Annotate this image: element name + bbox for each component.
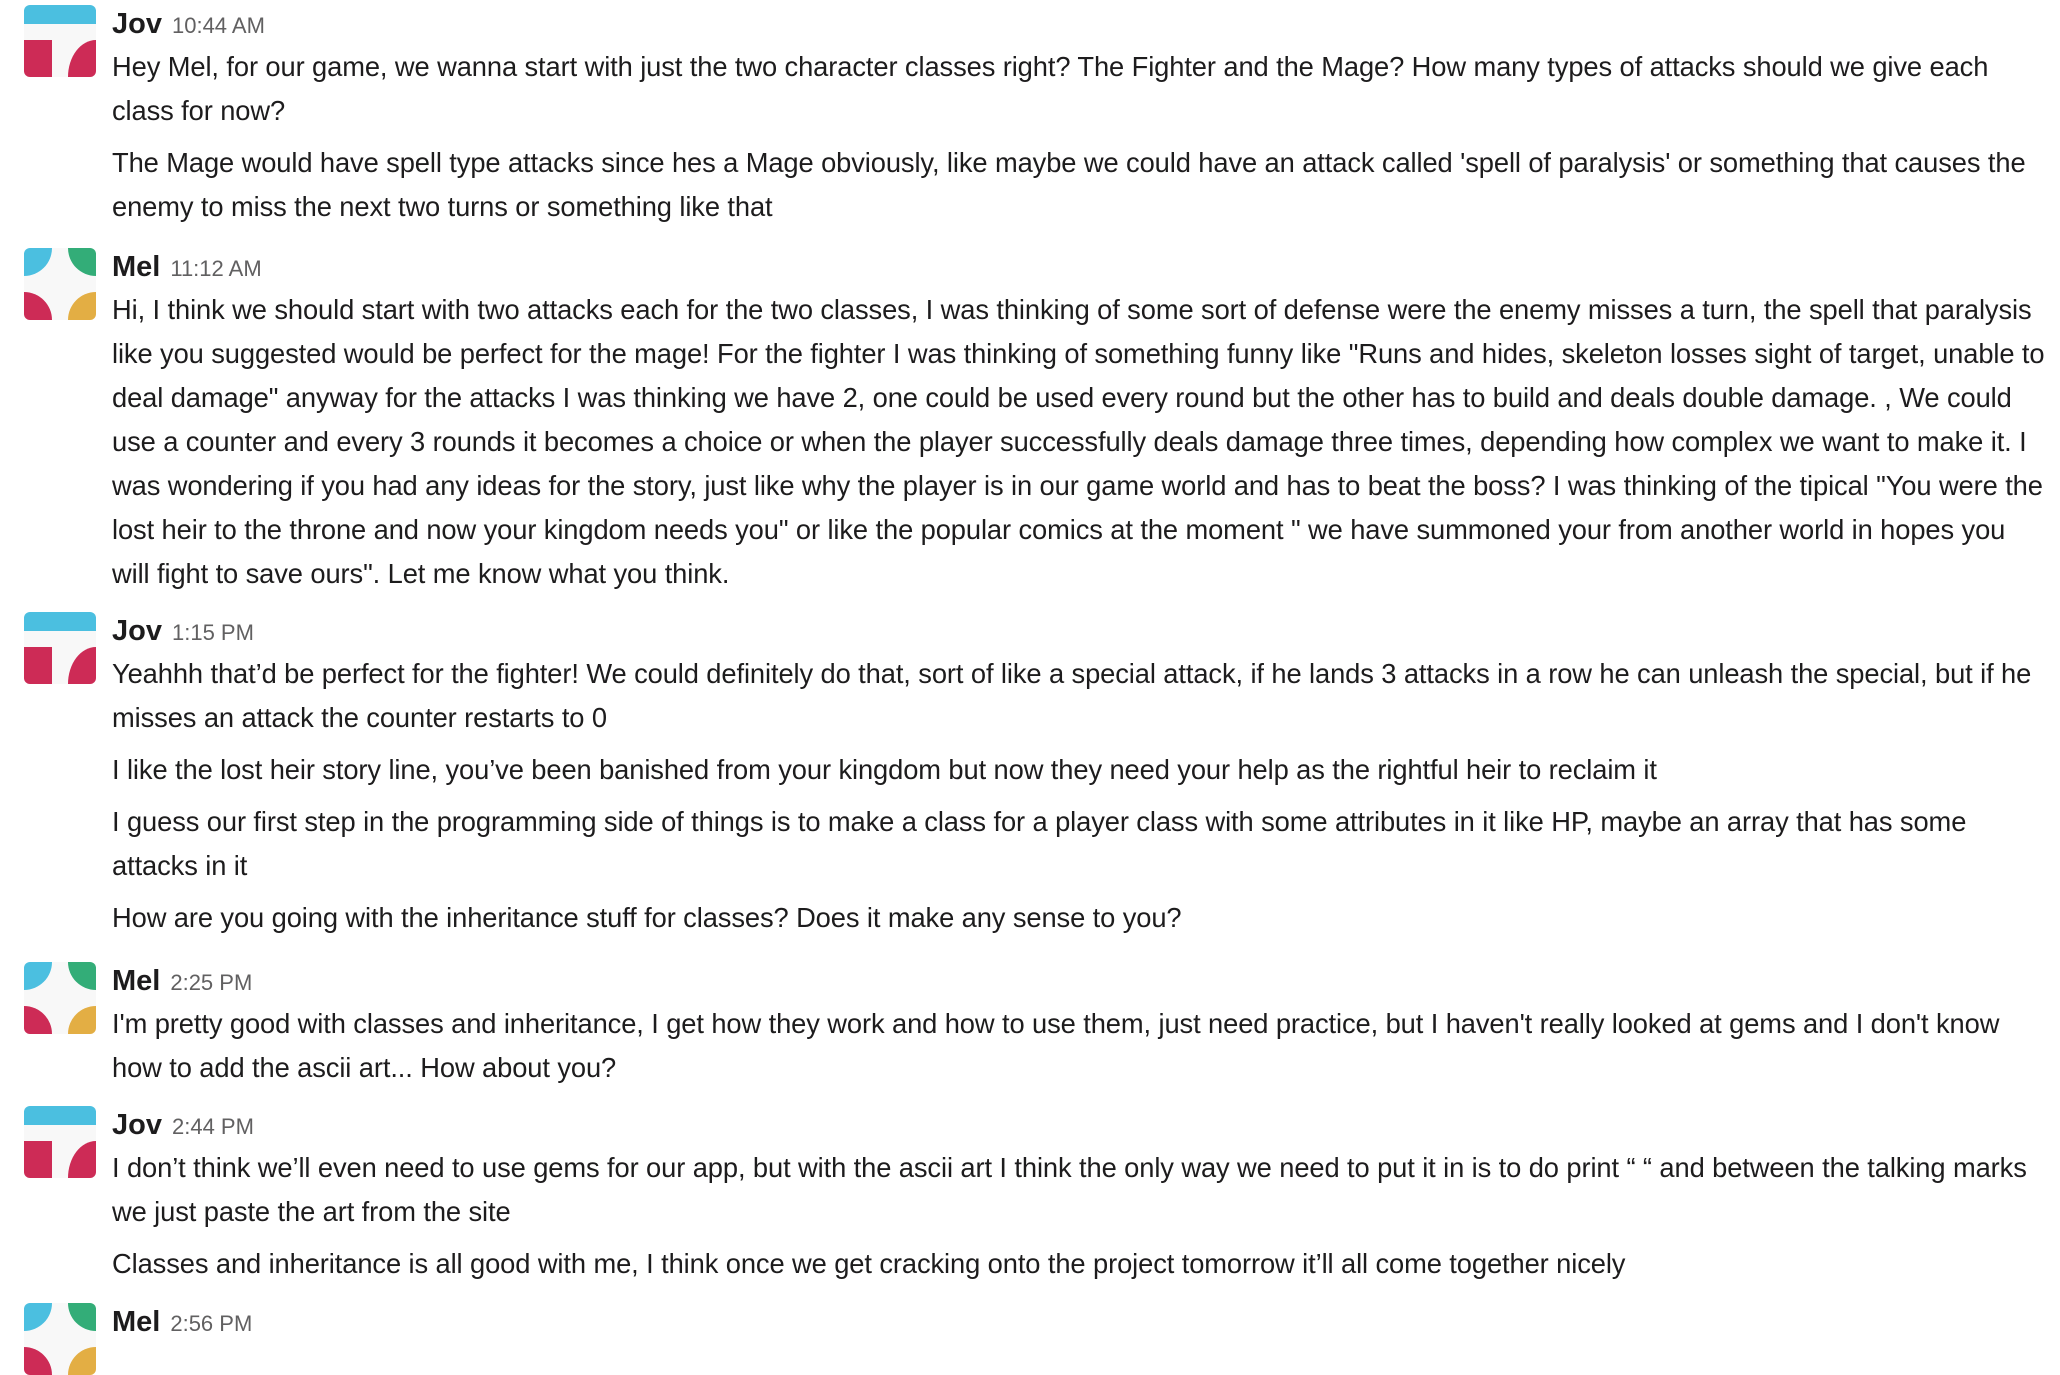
avatar-shape (68, 1347, 96, 1375)
author-name[interactable]: Jov (112, 615, 162, 647)
avatar-shape (68, 40, 96, 77)
avatar-shape (68, 647, 96, 684)
avatar-shape (24, 292, 52, 320)
avatar-shape (24, 647, 52, 684)
jov-avatar[interactable] (24, 612, 96, 684)
message-text: Classes and inheritance is all good with… (112, 1248, 1626, 1279)
timestamp[interactable]: 2:56 PM (170, 1311, 252, 1336)
message-text: How are you going with the inheritance s… (112, 902, 1182, 933)
avatar-shape (24, 962, 52, 990)
avatar-shape (68, 1303, 96, 1331)
author-name[interactable]: Mel (112, 965, 160, 997)
avatar-shape (68, 248, 96, 276)
message-text: The Mage would have spell type attacks s… (112, 147, 2026, 222)
message-header: Jov 1:15 PM (112, 612, 2047, 650)
message-text: Hi, I think we should start with two att… (112, 294, 2045, 589)
timestamp[interactable]: 2:25 PM (170, 970, 252, 995)
timestamp[interactable]: 1:15 PM (172, 620, 254, 645)
timestamp[interactable]: 2:44 PM (172, 1114, 254, 1139)
message-text: I'm pretty good with classes and inherit… (112, 1008, 2000, 1083)
message-text: I don’t think we’ll even need to use gem… (112, 1152, 2027, 1227)
avatar-band (24, 5, 96, 24)
avatar-shape (68, 962, 96, 990)
avatar-shape (24, 1347, 52, 1375)
message-content: Mel 2:25 PM I'm pretty good with classes a… (112, 962, 2047, 1098)
avatar-shape (68, 1141, 96, 1178)
avatar-shape (68, 1006, 96, 1034)
author-name[interactable]: Jov (112, 1109, 162, 1141)
avatar-band (24, 612, 96, 631)
message-text: Yeahhh that’d be perfect for the fighter… (112, 658, 2032, 733)
author-name[interactable]: Jov (112, 8, 162, 40)
message-content: Mel 11:12 AM Hi, I think we should start w… (112, 248, 2047, 604)
jov-avatar[interactable] (24, 5, 96, 77)
message-header: Jov 2:44 PM (112, 1106, 2047, 1144)
avatar-shape (24, 248, 52, 276)
message-content: Jov 10:44 AM Hey Mel, for our game, we wan… (112, 5, 2047, 237)
mel-avatar[interactable] (24, 248, 96, 320)
message-text: Hey Mel, for our game, we wanna start wi… (112, 51, 1989, 126)
avatar-shape (24, 1006, 52, 1034)
message-content: Jov 2:44 PM I don’t think we’ll even need … (112, 1106, 2047, 1294)
avatar-shape (24, 40, 52, 77)
message-header: Jov 10:44 AM (112, 5, 2047, 43)
message-text: I guess our first step in the programmin… (112, 806, 1967, 881)
message-text: I like the lost heir story line, you’ve … (112, 754, 1657, 785)
timestamp[interactable]: 11:12 AM (170, 256, 261, 281)
author-name[interactable]: Mel (112, 1306, 160, 1338)
message-header: Mel 2:25 PM (112, 962, 2047, 1000)
jov-avatar[interactable] (24, 1106, 96, 1178)
message-header: Mel 11:12 AM (112, 248, 2047, 286)
avatar-band (24, 1106, 96, 1125)
avatar-shape (24, 1303, 52, 1331)
avatar-shape (24, 1141, 52, 1178)
message-content: Mel 2:56 PM (112, 1303, 2047, 1341)
timestamp[interactable]: 10:44 AM (172, 13, 265, 38)
author-name[interactable]: Mel (112, 251, 160, 283)
message-content: Jov 1:15 PM Yeahhh that’d be perfect for t… (112, 612, 2047, 948)
mel-avatar[interactable] (24, 962, 96, 1034)
message-header: Mel 2:56 PM (112, 1303, 2047, 1341)
avatar-shape (68, 292, 96, 320)
mel-avatar[interactable] (24, 1303, 96, 1375)
